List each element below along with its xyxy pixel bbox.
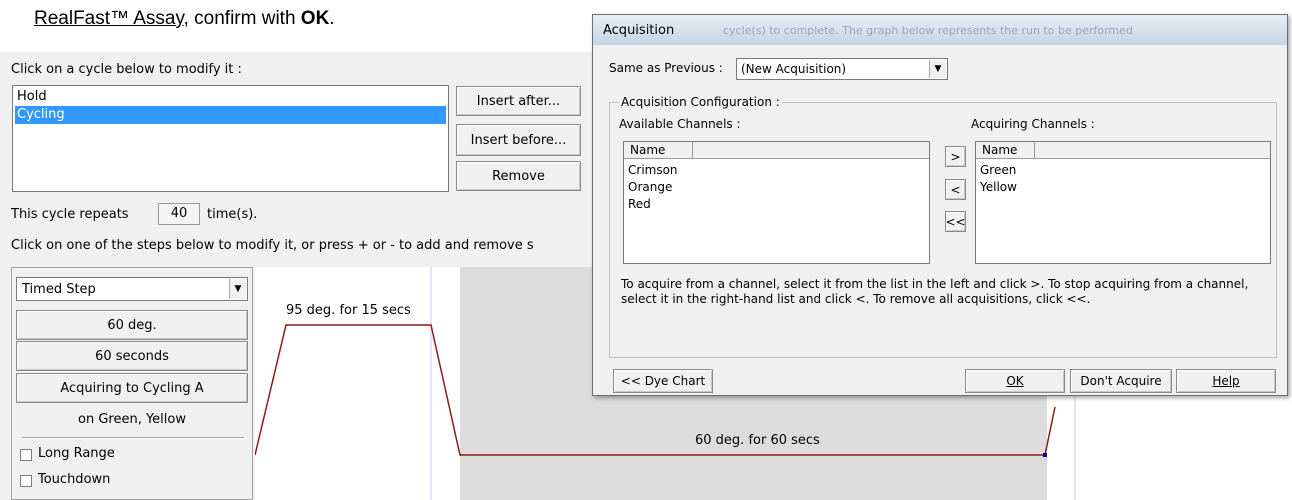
cycle-item-cycling[interactable]: Cycling [15, 106, 446, 124]
step1-label: 95 deg. for 15 secs [286, 303, 411, 318]
column-name-label: Name [630, 143, 666, 157]
repeats-input[interactable]: 40 [158, 203, 200, 225]
help-button[interactable]: Help [1176, 369, 1276, 393]
column-name-label: Name [982, 143, 1018, 157]
acquiring-channels-label: on Green, Yellow [78, 412, 186, 427]
available-channels-list[interactable]: Name Crimson Orange Red [623, 141, 930, 264]
insert-after-button[interactable]: Insert after... [456, 86, 581, 116]
click-cycle-label: Click on a cycle below to modify it : [11, 62, 242, 77]
chevron-down-icon[interactable]: ▼ [929, 60, 946, 78]
available-item-crimson[interactable]: Crimson [626, 162, 927, 179]
divider [22, 437, 244, 439]
available-item-red[interactable]: Red [626, 196, 927, 213]
acquiring-channels-label: Acquiring Channels : [971, 117, 1095, 131]
column-separator[interactable] [1034, 142, 1035, 158]
same-as-previous-select[interactable]: (New Acquisition) ▼ [736, 58, 948, 80]
remove-all-channels-button[interactable]: << [945, 211, 966, 232]
same-as-previous-label: Same as Previous : [609, 61, 723, 75]
acquisition-dialog: Acquisition cycle(s) to complete. The gr… [592, 14, 1288, 396]
available-item-orange[interactable]: Orange [626, 179, 927, 196]
acquiring-button[interactable]: Acquiring to Cycling A [16, 373, 248, 403]
step-type-value: Timed Step [22, 282, 96, 297]
chevron-down-icon[interactable]: ▼ [229, 279, 246, 299]
dialog-title: Acquisition [603, 23, 675, 38]
cycle-list[interactable]: Hold Cycling [12, 85, 449, 192]
duration-button[interactable]: 60 seconds [16, 341, 248, 371]
insert-before-button[interactable]: Insert before... [456, 124, 581, 156]
repeats-label: This cycle repeats [11, 207, 129, 222]
column-header-name[interactable]: Name [624, 142, 929, 159]
long-range-checkbox[interactable] [20, 449, 32, 461]
touchdown-label: Touchdown [38, 472, 111, 487]
temperature-button[interactable]: 60 deg. [16, 310, 248, 340]
remove-channel-button[interactable]: < [945, 179, 966, 200]
add-channel-button[interactable]: > [945, 146, 966, 167]
step-handle[interactable] [1043, 453, 1047, 457]
dye-chart-button[interactable]: << Dye Chart [613, 369, 713, 393]
cycle-item-hold[interactable]: Hold [15, 88, 446, 106]
remove-button[interactable]: Remove [456, 161, 581, 191]
available-channels-label: Available Channels : [619, 117, 741, 131]
acquiring-channels-list[interactable]: Name Green Yellow [975, 141, 1271, 264]
dialog-title-ghost: cycle(s) to complete. The graph below re… [723, 24, 1133, 37]
instruction-text: RealFast™ Assay, confirm with OK. [34, 8, 335, 30]
acquisition-help-text: To acquire from a channel, select it fro… [621, 277, 1249, 306]
long-range-label: Long Range [38, 446, 115, 461]
ok-button[interactable]: OK [965, 369, 1065, 393]
touchdown-checkbox[interactable] [20, 475, 32, 487]
column-separator[interactable] [692, 142, 693, 158]
acquiring-item-yellow[interactable]: Yellow [978, 179, 1268, 196]
instruction-middle: , confirm with [183, 8, 301, 29]
instruction-ok: OK [300, 8, 330, 29]
instruction-end: . [329, 8, 335, 29]
same-as-previous-value: (New Acquisition) [741, 62, 847, 76]
acquiring-item-green[interactable]: Green [978, 162, 1268, 179]
column-header-name[interactable]: Name [976, 142, 1270, 159]
acquisition-config-label: Acquisition Configuration : [619, 95, 782, 109]
dialog-title-bar[interactable]: Acquisition cycle(s) to complete. The gr… [593, 15, 1287, 45]
assay-link[interactable]: RealFast™ Assay [34, 8, 184, 29]
step2-label: 60 deg. for 60 secs [695, 433, 820, 448]
step-type-select[interactable]: Timed Step ▼ [16, 277, 248, 301]
repeats-suffix: time(s). [207, 207, 258, 222]
steps-instruction: Click on one of the steps below to modif… [11, 238, 534, 253]
dont-acquire-button[interactable]: Don't Acquire [1070, 369, 1172, 393]
